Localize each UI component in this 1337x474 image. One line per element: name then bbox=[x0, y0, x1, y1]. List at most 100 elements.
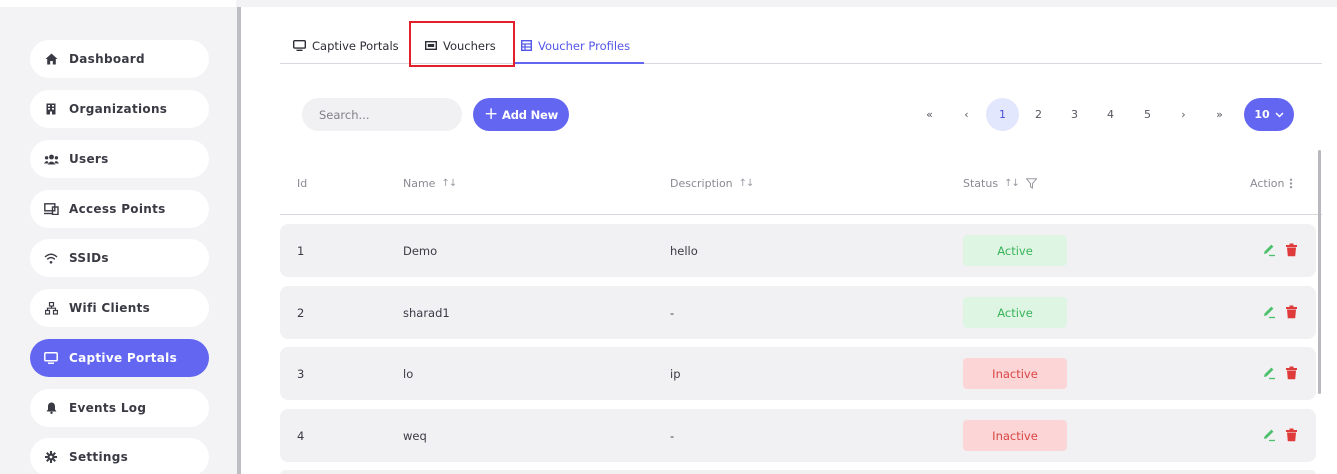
rows-per-page-select[interactable]: 10 bbox=[1244, 98, 1294, 131]
gear-icon bbox=[43, 449, 59, 465]
sidebar-item-ssids[interactable]: SSIDs bbox=[30, 239, 209, 277]
sidebar-item-label: Events Log bbox=[69, 401, 147, 415]
double-chevron-right-icon: » bbox=[1216, 108, 1223, 121]
cell-name: lo bbox=[403, 366, 414, 381]
building-icon bbox=[43, 101, 59, 117]
wifi-icon bbox=[43, 250, 59, 266]
table-icon bbox=[521, 40, 532, 51]
table-scrollbar[interactable] bbox=[1318, 150, 1321, 394]
status-badge: Active bbox=[963, 297, 1067, 328]
top-strip bbox=[241, 0, 1337, 7]
network-icon bbox=[43, 300, 59, 316]
column-header-description[interactable]: Description ↑↓ bbox=[670, 177, 755, 190]
sidebar-top-strip bbox=[0, 0, 236, 7]
column-header-name[interactable]: Name ↑↓ bbox=[403, 177, 457, 190]
prev-page-button[interactable]: ‹ bbox=[950, 98, 983, 131]
tab-label: Vouchers bbox=[443, 38, 496, 53]
ticket-icon bbox=[425, 41, 437, 50]
page-button-4[interactable]: 4 bbox=[1094, 98, 1127, 131]
page-button-5[interactable]: 5 bbox=[1131, 98, 1164, 131]
sidebar-item-label: Captive Portals bbox=[69, 351, 178, 365]
table-row[interactable]: 3 lo ip Inactive bbox=[280, 347, 1316, 400]
sidebar-item-label: Access Points bbox=[69, 202, 166, 216]
edit-icon[interactable] bbox=[1261, 242, 1277, 258]
sort-icon[interactable]: ↑↓ bbox=[1004, 178, 1020, 189]
filter-icon[interactable] bbox=[1025, 178, 1037, 189]
tab-captive-portals[interactable]: Captive Portals bbox=[293, 28, 399, 63]
add-new-label: Add New bbox=[502, 107, 559, 122]
sort-icon[interactable]: ↑↓ bbox=[739, 178, 755, 189]
sidebar-item-users[interactable]: Users bbox=[30, 140, 209, 178]
next-page-button[interactable]: › bbox=[1167, 98, 1200, 131]
add-new-button[interactable]: + Add New bbox=[473, 98, 569, 131]
cell-description: hello bbox=[670, 243, 698, 258]
delete-icon[interactable] bbox=[1283, 242, 1299, 258]
column-header-action: Action bbox=[1250, 177, 1293, 190]
sidebar-item-label: Settings bbox=[69, 450, 129, 464]
first-page-button[interactable]: « bbox=[913, 98, 946, 131]
sidebar-item-organizations[interactable]: Organizations bbox=[30, 90, 209, 128]
page-button-1[interactable]: 1 bbox=[986, 98, 1019, 131]
column-header-id: Id bbox=[297, 177, 307, 190]
sort-icon[interactable]: ↑↓ bbox=[441, 178, 457, 189]
delete-icon[interactable] bbox=[1283, 365, 1299, 381]
table-row[interactable]: 4 weq - Inactive bbox=[280, 409, 1316, 462]
sidebar-item-label: Wifi Clients bbox=[69, 301, 151, 315]
cell-name: weq bbox=[403, 428, 427, 443]
cell-id: 4 bbox=[297, 428, 305, 443]
sidebar-item-events-log[interactable]: Events Log bbox=[30, 389, 209, 427]
table-row[interactable] bbox=[280, 470, 1316, 474]
chevron-right-icon: › bbox=[1181, 108, 1186, 121]
cell-id: 3 bbox=[297, 366, 305, 381]
search-input[interactable] bbox=[302, 98, 462, 131]
tab-vouchers[interactable]: Vouchers bbox=[425, 28, 496, 63]
sidebar: Dashboard Organizations Users Access Poi… bbox=[0, 0, 236, 474]
sidebar-item-label: Organizations bbox=[69, 102, 168, 116]
delete-icon[interactable] bbox=[1283, 427, 1299, 443]
bell-icon bbox=[43, 400, 59, 416]
column-header-status[interactable]: Status ↑↓ bbox=[963, 177, 1037, 190]
status-badge: Inactive bbox=[963, 420, 1067, 451]
cell-id: 1 bbox=[297, 243, 305, 258]
cell-description: ip bbox=[670, 366, 681, 381]
table-row[interactable]: 2 sharad1 - Active bbox=[280, 286, 1316, 339]
tab-label: Voucher Profiles bbox=[538, 38, 631, 53]
status-badge: Active bbox=[963, 235, 1067, 266]
cell-id: 2 bbox=[297, 305, 305, 320]
edit-icon[interactable] bbox=[1261, 427, 1277, 443]
last-page-button[interactable]: » bbox=[1203, 98, 1236, 131]
sidebar-item-dashboard[interactable]: Dashboard bbox=[30, 40, 209, 78]
rows-per-page-value: 10 bbox=[1254, 108, 1270, 121]
page-button-3[interactable]: 3 bbox=[1058, 98, 1091, 131]
column-label: Status bbox=[963, 177, 999, 190]
tab-bar: Captive Portals Vouchers Voucher Profile… bbox=[280, 21, 1322, 67]
edit-icon[interactable] bbox=[1261, 365, 1277, 381]
tab-voucher-profiles[interactable]: Voucher Profiles bbox=[512, 28, 645, 64]
edit-icon[interactable] bbox=[1261, 304, 1277, 320]
page-button-2[interactable]: 2 bbox=[1022, 98, 1055, 131]
cell-description: - bbox=[670, 428, 675, 443]
double-chevron-left-icon: « bbox=[926, 108, 933, 121]
cell-name: sharad1 bbox=[403, 305, 450, 320]
cell-name: Demo bbox=[403, 243, 438, 258]
plus-icon: + bbox=[483, 104, 498, 124]
sidebar-item-wifi-clients[interactable]: Wifi Clients bbox=[30, 289, 209, 327]
monitor-icon bbox=[43, 350, 59, 366]
page-number: 4 bbox=[1107, 108, 1114, 121]
sidebar-item-label: Dashboard bbox=[69, 52, 145, 66]
sidebar-item-access-points[interactable]: Access Points bbox=[30, 190, 209, 228]
sidebar-item-settings[interactable]: Settings bbox=[30, 438, 209, 474]
chevron-down-icon bbox=[1275, 108, 1284, 121]
status-badge: Inactive bbox=[963, 358, 1067, 389]
column-label: Description bbox=[670, 177, 733, 190]
delete-icon[interactable] bbox=[1283, 304, 1299, 320]
table-row[interactable]: 1 Demo hello Active bbox=[280, 224, 1316, 277]
main-content: Captive Portals Vouchers Voucher Profile… bbox=[241, 0, 1337, 474]
sidebar-item-captive-portals[interactable]: Captive Portals bbox=[30, 339, 209, 377]
users-icon bbox=[43, 151, 59, 167]
page-number: 3 bbox=[1071, 108, 1078, 121]
sidebar-item-label: Users bbox=[69, 152, 109, 166]
column-label: Id bbox=[297, 177, 308, 190]
page-number: 5 bbox=[1144, 108, 1151, 121]
more-vertical-icon[interactable] bbox=[1289, 178, 1293, 189]
